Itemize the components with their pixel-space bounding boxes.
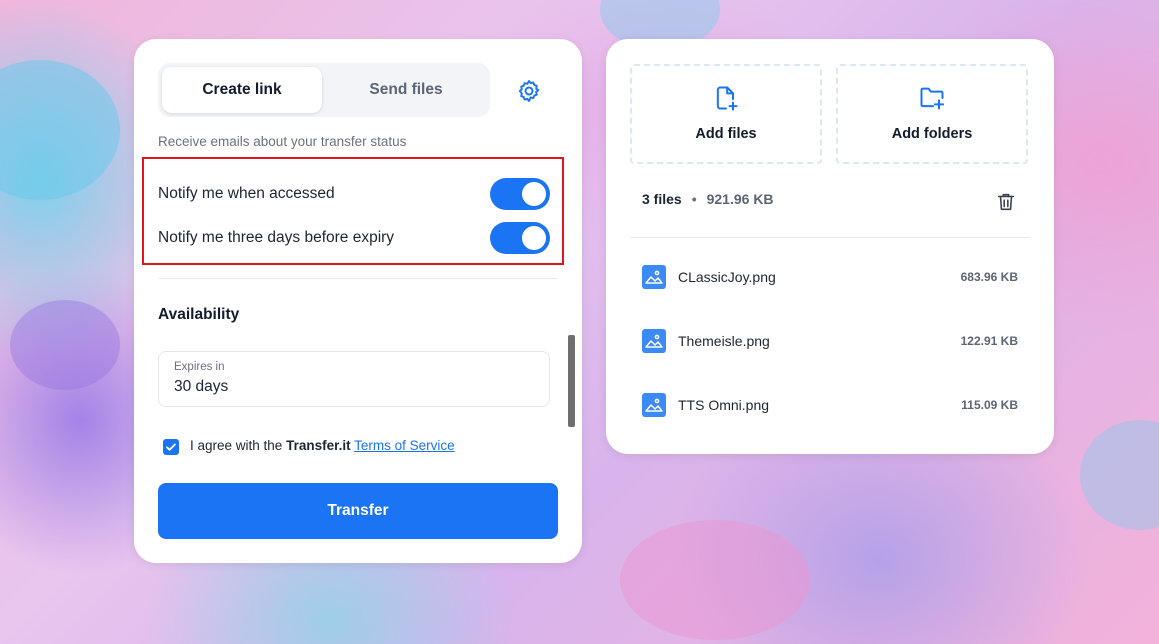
files-summary: 3 files • 921.96 KB [642, 191, 774, 207]
terms-prefix: I agree with the [190, 438, 287, 453]
background-blob [620, 520, 810, 640]
file-plus-icon [716, 86, 738, 111]
divider [158, 278, 558, 279]
notifications-heading: Receive emails about your transfer statu… [158, 134, 407, 149]
terms-agreement: I agree with the Transfer.it Terms of Se… [190, 438, 455, 453]
file-count: 3 files [642, 191, 682, 207]
background-blob [10, 300, 120, 390]
separator: • [691, 191, 697, 207]
transfer-button[interactable]: Transfer [158, 483, 558, 539]
expiry-select[interactable]: Expires in 30 days [158, 351, 550, 407]
folder-plus-icon [920, 87, 945, 110]
terms-of-service-link[interactable]: Terms of Service [354, 438, 455, 453]
tab-bar: Create link Send files [158, 63, 490, 117]
file-row[interactable]: TTS Omni.png 115.09 KB [642, 393, 1018, 417]
check-icon [166, 443, 176, 451]
toggle-knob [522, 226, 546, 250]
background-blob [1080, 420, 1159, 530]
expiry-value: 30 days [174, 378, 229, 395]
image-file-icon [642, 265, 666, 289]
file-name: TTS Omni.png [678, 397, 770, 413]
image-file-icon [642, 393, 666, 417]
file-size: 122.91 KB [960, 334, 1018, 348]
file-row[interactable]: CLassicJoy.png 683.96 KB [642, 265, 1018, 289]
add-folders-label: Add folders [891, 126, 973, 142]
add-files-button[interactable]: Add files [630, 64, 822, 164]
notify-expiry-toggle[interactable] [490, 222, 550, 254]
notify-expiry-label: Notify me three days before expiry [158, 229, 395, 246]
file-row[interactable]: Themeisle.png 122.91 KB [642, 329, 1018, 353]
file-name: CLassicJoy.png [678, 269, 776, 285]
trash-icon[interactable] [995, 191, 1017, 213]
background-blob [0, 60, 120, 200]
total-size: 921.96 KB [706, 191, 774, 207]
image-file-icon [642, 329, 666, 353]
file-size: 115.09 KB [961, 398, 1018, 412]
files-panel: Add files Add folders 3 files • 921.96 KB … [606, 39, 1054, 454]
brand-name: Transfer.it [286, 438, 351, 453]
add-folders-button[interactable]: Add folders [836, 64, 1028, 164]
availability-title: Availability [158, 306, 240, 323]
create-link-panel: Create link Send files Receive emails ab… [134, 39, 582, 563]
toggle-knob [522, 182, 546, 206]
divider [630, 237, 1030, 238]
terms-checkbox[interactable] [163, 439, 179, 455]
file-size: 683.96 KB [960, 270, 1018, 284]
tab-create-link[interactable]: Create link [162, 67, 322, 113]
add-files-label: Add files [695, 126, 757, 142]
scrollbar[interactable] [568, 335, 575, 427]
file-name: Themeisle.png [678, 333, 770, 349]
notify-accessed-label: Notify me when accessed [158, 185, 335, 202]
expiry-label: Expires in [174, 361, 225, 373]
gear-icon[interactable] [516, 78, 542, 104]
tab-send-files[interactable]: Send files [326, 67, 486, 113]
notify-accessed-toggle[interactable] [490, 178, 550, 210]
